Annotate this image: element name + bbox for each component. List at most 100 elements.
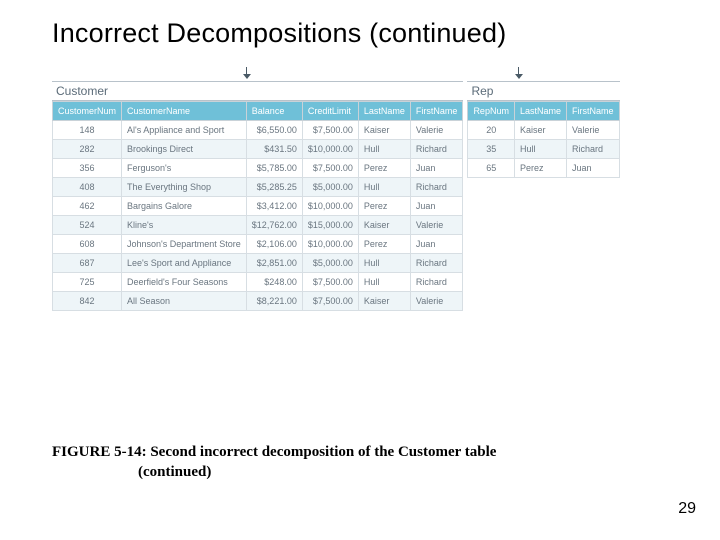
cell: Deerfield's Four Seasons	[122, 273, 247, 292]
table-row: 65PerezJuan	[468, 159, 619, 178]
col-customer-name: CustomerName	[122, 102, 247, 121]
cell: 282	[53, 140, 122, 159]
cell: $2,106.00	[246, 235, 302, 254]
cell: Juan	[566, 159, 619, 178]
table-row: 687Lee's Sport and Appliance$2,851.00$5,…	[53, 254, 463, 273]
cell: 148	[53, 121, 122, 140]
cell: The Everything Shop	[122, 178, 247, 197]
cell: Richard	[410, 178, 463, 197]
cell: Richard	[566, 140, 619, 159]
table-row: 35HullRichard	[468, 140, 619, 159]
cell: $5,000.00	[302, 254, 358, 273]
cell: Kline's	[122, 216, 247, 235]
cell: $10,000.00	[302, 140, 358, 159]
cell: Richard	[410, 140, 463, 159]
table-header-row: RepNum LastName FirstName	[468, 102, 619, 121]
caption-continued: (continued)	[52, 463, 496, 483]
cell: Brookings Direct	[122, 140, 247, 159]
cell: Valerie	[410, 292, 463, 311]
rep-table: RepNum LastName FirstName 20KaiserValeri…	[467, 101, 619, 178]
cell: Perez	[358, 159, 410, 178]
cell: 608	[53, 235, 122, 254]
col-credit-limit: CreditLimit	[302, 102, 358, 121]
cell: Hull	[358, 140, 410, 159]
cell: $5,785.00	[246, 159, 302, 178]
cell: 842	[53, 292, 122, 311]
cell: Juan	[410, 197, 463, 216]
rep-table-label: Rep	[467, 81, 619, 101]
col-customer-num: CustomerNum	[53, 102, 122, 121]
cell: $7,500.00	[302, 159, 358, 178]
cell: All Season	[122, 292, 247, 311]
cell: Ferguson's	[122, 159, 247, 178]
cell: 725	[53, 273, 122, 292]
cell: Valerie	[410, 216, 463, 235]
cell: $12,762.00	[246, 216, 302, 235]
cell: Al's Appliance and Sport	[122, 121, 247, 140]
cell: Valerie	[566, 121, 619, 140]
col-first-name: FirstName	[566, 102, 619, 121]
col-last-name: LastName	[514, 102, 566, 121]
table-row: 408The Everything Shop$5,285.25$5,000.00…	[53, 178, 463, 197]
cell: 356	[53, 159, 122, 178]
cell: Bargains Galore	[122, 197, 247, 216]
col-last-name: LastName	[358, 102, 410, 121]
customer-table-label: Customer	[52, 81, 463, 101]
cell: Perez	[514, 159, 566, 178]
figure-caption: FIGURE 5-14: Second incorrect decomposit…	[52, 443, 496, 482]
cell: Perez	[358, 235, 410, 254]
rep-table-block: Rep RepNum LastName FirstName 20KaiserVa…	[467, 81, 619, 178]
cell: $8,221.00	[246, 292, 302, 311]
cell: $7,500.00	[302, 121, 358, 140]
cell: 408	[53, 178, 122, 197]
cell: Kaiser	[358, 292, 410, 311]
cell: $5,285.25	[246, 178, 302, 197]
cell: $6,550.00	[246, 121, 302, 140]
page-number: 29	[678, 500, 696, 518]
customer-table: CustomerNum CustomerName Balance CreditL…	[52, 101, 463, 311]
cell: Richard	[410, 273, 463, 292]
cell: Hull	[358, 273, 410, 292]
cell: Valerie	[410, 121, 463, 140]
table-row: 356Ferguson's$5,785.00$7,500.00PerezJuan	[53, 159, 463, 178]
cell: $15,000.00	[302, 216, 358, 235]
cell: Kaiser	[514, 121, 566, 140]
col-rep-num: RepNum	[468, 102, 515, 121]
cell: $10,000.00	[302, 197, 358, 216]
cell: $2,851.00	[246, 254, 302, 273]
table-row: 282Brookings Direct$431.50$10,000.00Hull…	[53, 140, 463, 159]
cell: $5,000.00	[302, 178, 358, 197]
cell: $7,500.00	[302, 292, 358, 311]
customer-table-block: Customer CustomerNum CustomerName Balanc…	[52, 81, 463, 311]
cell: $431.50	[246, 140, 302, 159]
cell: Juan	[410, 159, 463, 178]
cell: Perez	[358, 197, 410, 216]
cell: Hull	[358, 178, 410, 197]
cell: 687	[53, 254, 122, 273]
cell: Johnson's Department Store	[122, 235, 247, 254]
caption-lead: FIGURE 5-14: Second incorrect decomposit…	[52, 444, 496, 460]
decomposition-arrows	[52, 67, 686, 81]
cell: Juan	[410, 235, 463, 254]
col-balance: Balance	[246, 102, 302, 121]
cell: $248.00	[246, 273, 302, 292]
slide-title: Incorrect Decompositions (continued)	[52, 18, 686, 49]
cell: Kaiser	[358, 216, 410, 235]
cell: 20	[468, 121, 515, 140]
cell: $7,500.00	[302, 273, 358, 292]
tables-wrapper: Customer CustomerNum CustomerName Balanc…	[52, 81, 686, 311]
table-row: 725Deerfield's Four Seasons$248.00$7,500…	[53, 273, 463, 292]
cell: Hull	[514, 140, 566, 159]
table-row: 462Bargains Galore$3,412.00$10,000.00Per…	[53, 197, 463, 216]
col-first-name: FirstName	[410, 102, 463, 121]
cell: $3,412.00	[246, 197, 302, 216]
table-row: 20KaiserValerie	[468, 121, 619, 140]
cell: 65	[468, 159, 515, 178]
cell: Lee's Sport and Appliance	[122, 254, 247, 273]
cell: 35	[468, 140, 515, 159]
table-row: 524Kline's$12,762.00$15,000.00KaiserVale…	[53, 216, 463, 235]
table-row: 842All Season$8,221.00$7,500.00KaiserVal…	[53, 292, 463, 311]
table-row: 148Al's Appliance and Sport$6,550.00$7,5…	[53, 121, 463, 140]
cell: Kaiser	[358, 121, 410, 140]
cell: $10,000.00	[302, 235, 358, 254]
